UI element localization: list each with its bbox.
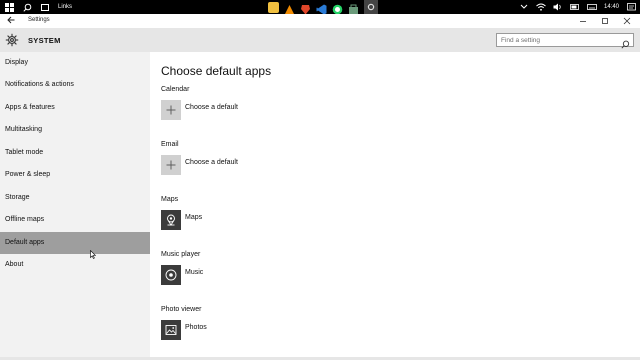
maximize-button[interactable]: [600, 15, 610, 27]
system-tray: 14:40: [519, 0, 636, 14]
settings-header: SYSTEM: [0, 28, 640, 52]
section-calendar: Calendar Choose a default: [161, 86, 461, 136]
wifi-icon[interactable]: [536, 2, 546, 12]
task-view-icon[interactable]: [40, 2, 50, 12]
search-box[interactable]: [496, 33, 634, 49]
chevron-up-icon[interactable]: [519, 2, 529, 12]
maps-app-button[interactable]: Maps: [161, 210, 361, 230]
app-name: Music: [185, 269, 204, 276]
section-music-player: Music player Music: [161, 251, 461, 301]
section-photo-viewer: Photo viewer Photos: [161, 306, 461, 356]
whatsapp-icon[interactable]: [332, 2, 343, 14]
app-name: Choose a default: [185, 104, 238, 111]
window-titlebar: Settings: [0, 14, 640, 28]
sidebar-item-power-sleep[interactable]: Power & sleep: [0, 164, 150, 186]
sidebar-item-display[interactable]: Display: [0, 52, 150, 74]
page-category-title: SYSTEM: [28, 36, 61, 45]
app-name: Photos: [185, 324, 207, 331]
section-maps: Maps Maps: [161, 196, 461, 246]
windows-start-icon[interactable]: [4, 2, 14, 12]
section-label: Music player: [161, 251, 201, 258]
brave-icon[interactable]: [300, 2, 311, 14]
window-controls: [578, 15, 632, 27]
music-app-button[interactable]: Music: [161, 265, 361, 285]
app-name: Maps: [185, 214, 203, 221]
minimize-button[interactable]: [578, 15, 588, 27]
section-label: Calendar: [161, 86, 190, 93]
email-choose-default-button[interactable]: Choose a default: [161, 155, 361, 175]
sidebar-item-apps-features[interactable]: Apps & features: [0, 97, 150, 119]
plus-icon: [161, 100, 181, 120]
music-icon: [161, 265, 181, 285]
vscode-icon[interactable]: [316, 2, 327, 14]
sidebar-item-notifications[interactable]: Notifications & actions: [0, 74, 150, 96]
sidebar-item-offline-maps[interactable]: Offline maps: [0, 209, 150, 231]
close-button[interactable]: [622, 15, 632, 27]
taskbar-left: Links: [4, 0, 72, 14]
section-label: Photo viewer: [161, 306, 202, 313]
battery-icon[interactable]: [570, 2, 580, 12]
section-label: Maps: [161, 196, 179, 203]
clock[interactable]: 14:40: [604, 4, 619, 10]
mouse-cursor-icon: [90, 246, 97, 259]
section-email: Email Choose a default: [161, 141, 461, 191]
gear-icon: [5, 33, 19, 47]
sidebar-item-default-apps[interactable]: Default apps: [0, 232, 150, 254]
search-input[interactable]: [501, 35, 619, 45]
volume-icon[interactable]: [553, 2, 563, 12]
taskbar-apps: [268, 0, 378, 14]
plus-icon: [161, 155, 181, 175]
calendar-choose-default-button[interactable]: Choose a default: [161, 100, 361, 120]
taskbar: Links 14:40: [0, 0, 640, 14]
file-explorer-icon[interactable]: [268, 1, 279, 13]
sidebar-item-about[interactable]: About: [0, 254, 150, 276]
photos-app-button[interactable]: Photos: [161, 320, 361, 340]
links-toolbar-label[interactable]: Links: [58, 4, 72, 10]
page-title: Choose default apps: [161, 64, 272, 78]
sidebar-item-tablet-mode[interactable]: Tablet mode: [0, 142, 150, 164]
photos-icon: [161, 320, 181, 340]
sidebar-item-multitasking[interactable]: Multitasking: [0, 119, 150, 141]
back-arrow-icon[interactable]: [6, 16, 16, 26]
window-title: Settings: [28, 17, 50, 23]
main-content: Choose default apps Calendar Choose a de…: [150, 52, 640, 360]
sidebar-item-storage[interactable]: Storage: [0, 187, 150, 209]
store-icon[interactable]: [348, 2, 359, 14]
app-name: Choose a default: [185, 159, 238, 166]
keyboard-icon[interactable]: [587, 2, 597, 12]
section-label: Email: [161, 141, 179, 148]
sidebar: Display Notifications & actions Apps & f…: [0, 52, 150, 360]
settings-app-icon[interactable]: [364, 0, 378, 14]
search-icon[interactable]: [621, 36, 630, 49]
action-center-icon[interactable]: [626, 2, 636, 12]
maps-icon: [161, 210, 181, 230]
search-taskbar-icon[interactable]: [22, 2, 32, 12]
vlc-icon[interactable]: [284, 2, 295, 14]
